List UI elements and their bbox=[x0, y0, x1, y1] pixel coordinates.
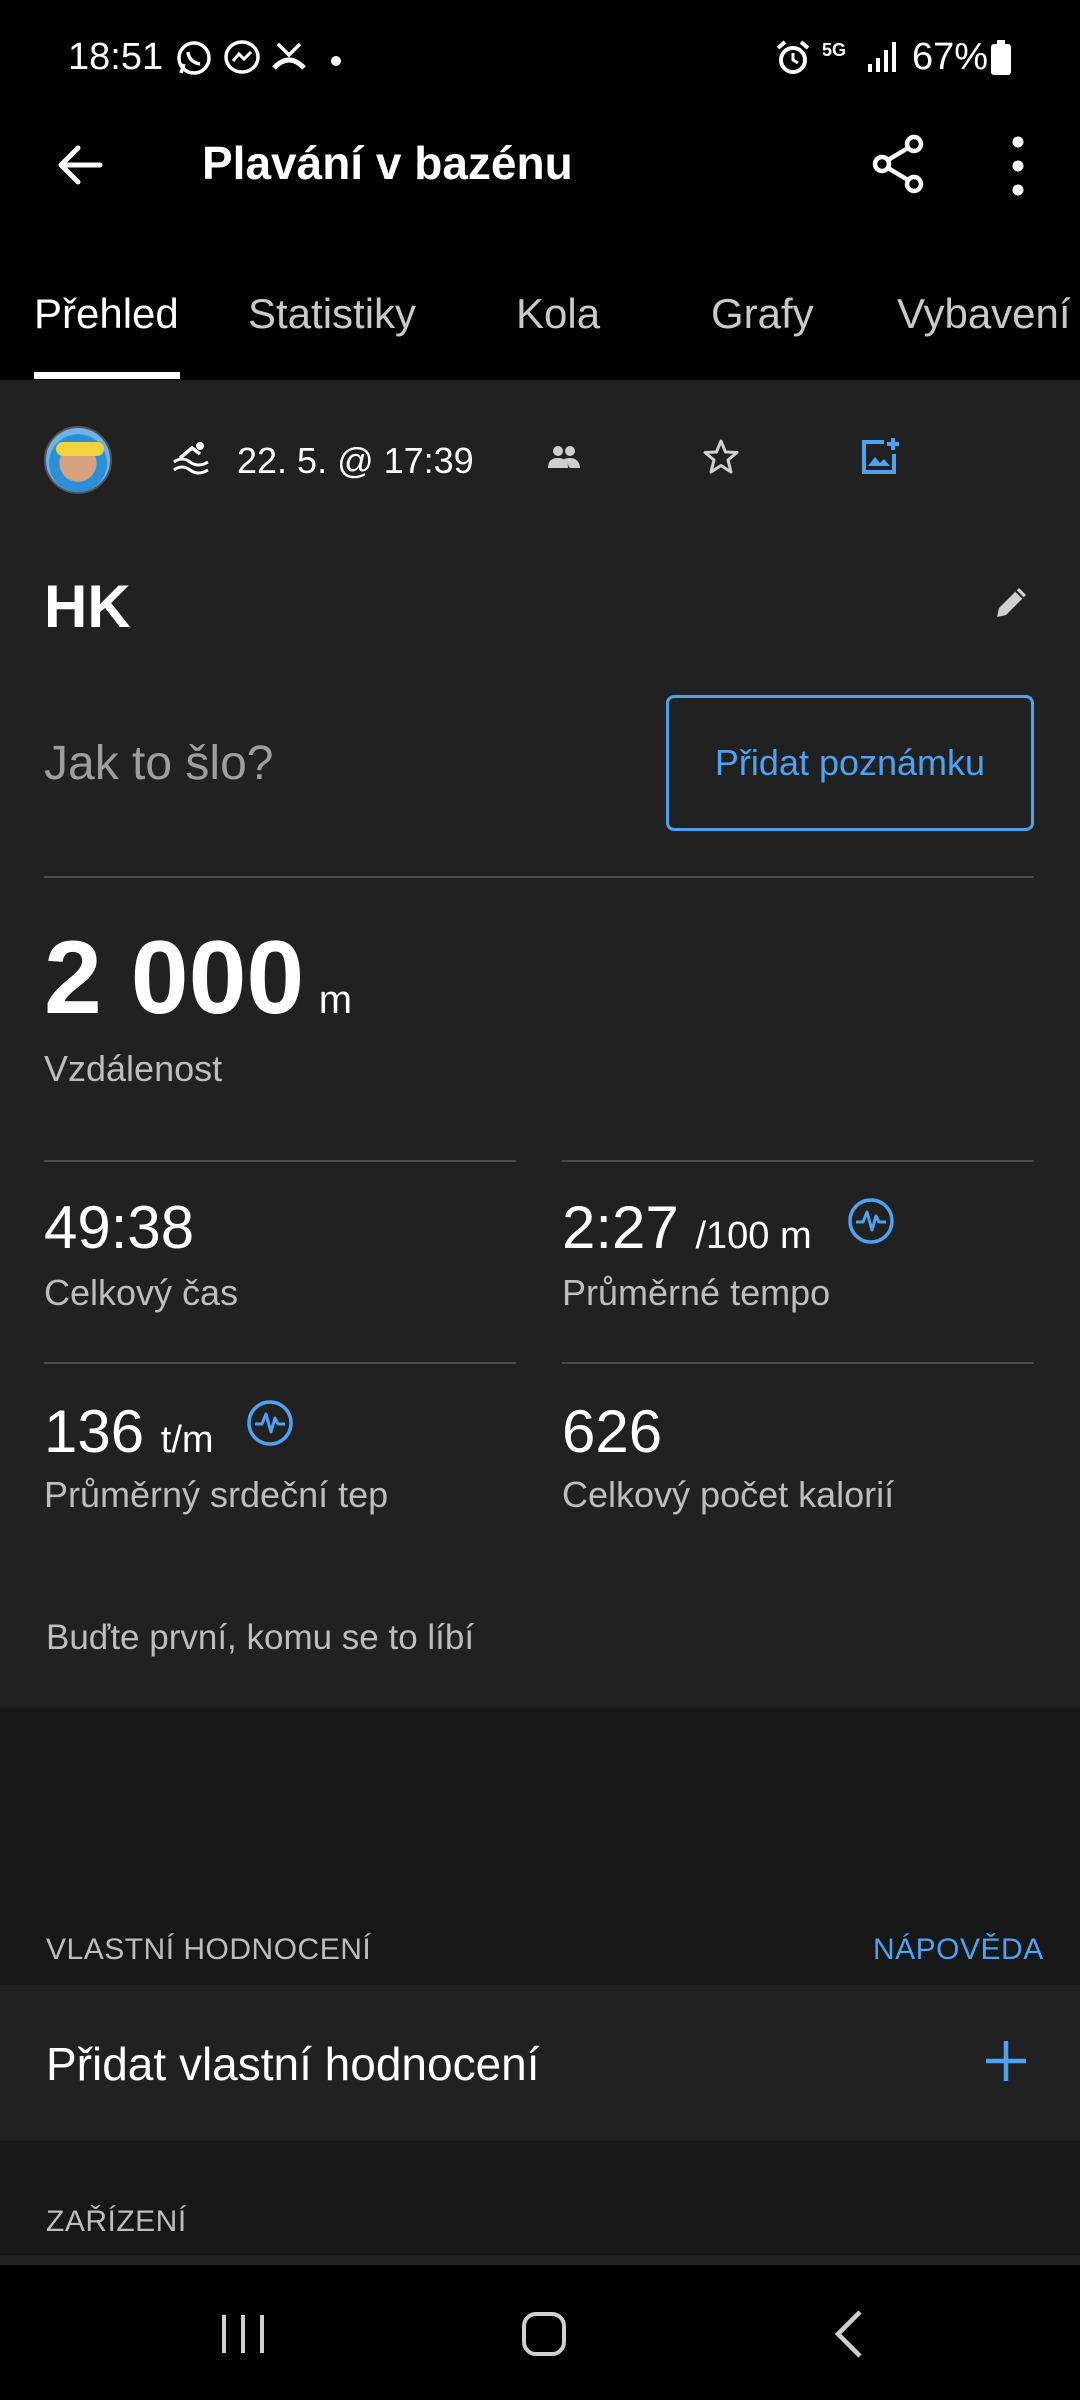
alarm-icon bbox=[774, 38, 812, 83]
active-tab-indicator bbox=[34, 372, 180, 379]
network-type: 5G bbox=[822, 40, 847, 60]
dot-icon bbox=[330, 54, 342, 72]
stat-avg-pace-value: 2:27 /100 m bbox=[562, 1194, 812, 1261]
status-time: 18:51 bbox=[68, 36, 164, 78]
share-icon[interactable] bbox=[870, 134, 928, 199]
stat-avg-pace-label: Průměrné tempo bbox=[562, 1272, 831, 1313]
status-bar: 18:51 5G 67% bbox=[0, 0, 1080, 120]
battery-percent: 67% bbox=[912, 36, 989, 78]
plus-icon[interactable] bbox=[982, 2037, 1030, 2090]
more-vert-icon[interactable] bbox=[1008, 136, 1028, 201]
people-icon[interactable] bbox=[546, 442, 582, 477]
tab-vybaveni[interactable]: Vybavení bbox=[897, 290, 1071, 338]
stat-avg-hr-value: 136 t/m bbox=[44, 1398, 214, 1465]
device-header: ZAŘÍZENÍ bbox=[46, 2205, 187, 2238]
tab-prehled[interactable]: Přehled bbox=[34, 290, 179, 338]
heart-monitor-icon[interactable] bbox=[846, 1196, 896, 1251]
stat-calories-label: Celkový počet kalorií bbox=[562, 1474, 895, 1515]
note-prompt: Jak to šlo? bbox=[44, 737, 274, 790]
stat-total-time-label: Celkový čas bbox=[44, 1272, 239, 1313]
stat-avg-hr-label: Průměrný srdeční tep bbox=[44, 1474, 389, 1515]
distance-value: 2 000 bbox=[44, 920, 305, 1036]
back-nav-icon[interactable] bbox=[832, 2309, 864, 2364]
add-custom-rating-row[interactable]: Přidat vlastní hodnocení bbox=[0, 1985, 1080, 2141]
tab-bar: Přehled Statistiky Kola Grafy Vybavení bbox=[0, 270, 1080, 380]
app-bar: Plavání v bazénu bbox=[0, 120, 1080, 270]
signal-icon bbox=[866, 38, 900, 79]
distance-label: Vzdálenost bbox=[44, 1048, 223, 1089]
add-note-label: Přidat poznámku bbox=[714, 742, 986, 783]
distance-unit: m bbox=[318, 978, 353, 1022]
stat-avg-pace-unit: /100 m bbox=[695, 1215, 812, 1257]
add-photo-icon[interactable] bbox=[860, 436, 902, 483]
avatar[interactable] bbox=[44, 426, 112, 494]
divider bbox=[562, 1362, 1034, 1364]
heart-monitor-icon[interactable] bbox=[245, 1398, 295, 1453]
messenger-icon bbox=[222, 38, 262, 83]
divider bbox=[44, 1362, 516, 1364]
help-link[interactable]: NÁPOVĚDA bbox=[873, 1933, 1044, 1967]
stat-avg-hr-unit: t/m bbox=[160, 1419, 214, 1461]
tab-statistiky[interactable]: Statistiky bbox=[248, 290, 416, 338]
battery-icon bbox=[990, 40, 1012, 81]
add-custom-rating-label: Přidat vlastní hodnocení bbox=[46, 2038, 540, 2090]
stat-calories-value: 626 bbox=[562, 1398, 663, 1465]
star-icon[interactable] bbox=[702, 438, 740, 481]
activity-name: HK bbox=[44, 573, 131, 640]
tab-grafy[interactable]: Grafy bbox=[711, 290, 814, 338]
divider bbox=[44, 1160, 516, 1162]
edit-pencil-icon[interactable] bbox=[992, 582, 1032, 627]
distance-value-row: 2 000 m bbox=[44, 926, 352, 1030]
overview-card: 22. 5. @ 17:39 HK Jak to šlo? Přidat poz… bbox=[0, 380, 1080, 1866]
custom-rating-header: VLASTNÍ HODNOCENÍ bbox=[46, 1933, 372, 1966]
stat-total-time-value: 49:38 bbox=[44, 1194, 195, 1261]
back-arrow-icon[interactable] bbox=[54, 140, 104, 195]
tab-kola[interactable]: Kola bbox=[516, 290, 600, 338]
activity-date: 22. 5. @ 17:39 bbox=[237, 440, 474, 481]
add-note-button[interactable]: Přidat poznámku bbox=[666, 695, 1034, 831]
likes-text: Buďte první, komu se to líbí bbox=[46, 1618, 475, 1657]
recent-apps-icon[interactable] bbox=[220, 2313, 266, 2360]
whatsapp-icon bbox=[174, 38, 214, 83]
system-nav-bar bbox=[0, 2265, 1080, 2400]
details-section: VLASTNÍ HODNOCENÍ NÁPOVĚDA Přidat vlastn… bbox=[0, 1707, 1080, 2267]
page-title: Plavání v bazénu bbox=[202, 137, 573, 189]
divider bbox=[562, 1160, 1034, 1162]
divider bbox=[44, 876, 1034, 878]
home-icon[interactable] bbox=[521, 2311, 567, 2362]
missed-call-icon bbox=[268, 38, 310, 83]
swimming-icon bbox=[170, 440, 212, 481]
